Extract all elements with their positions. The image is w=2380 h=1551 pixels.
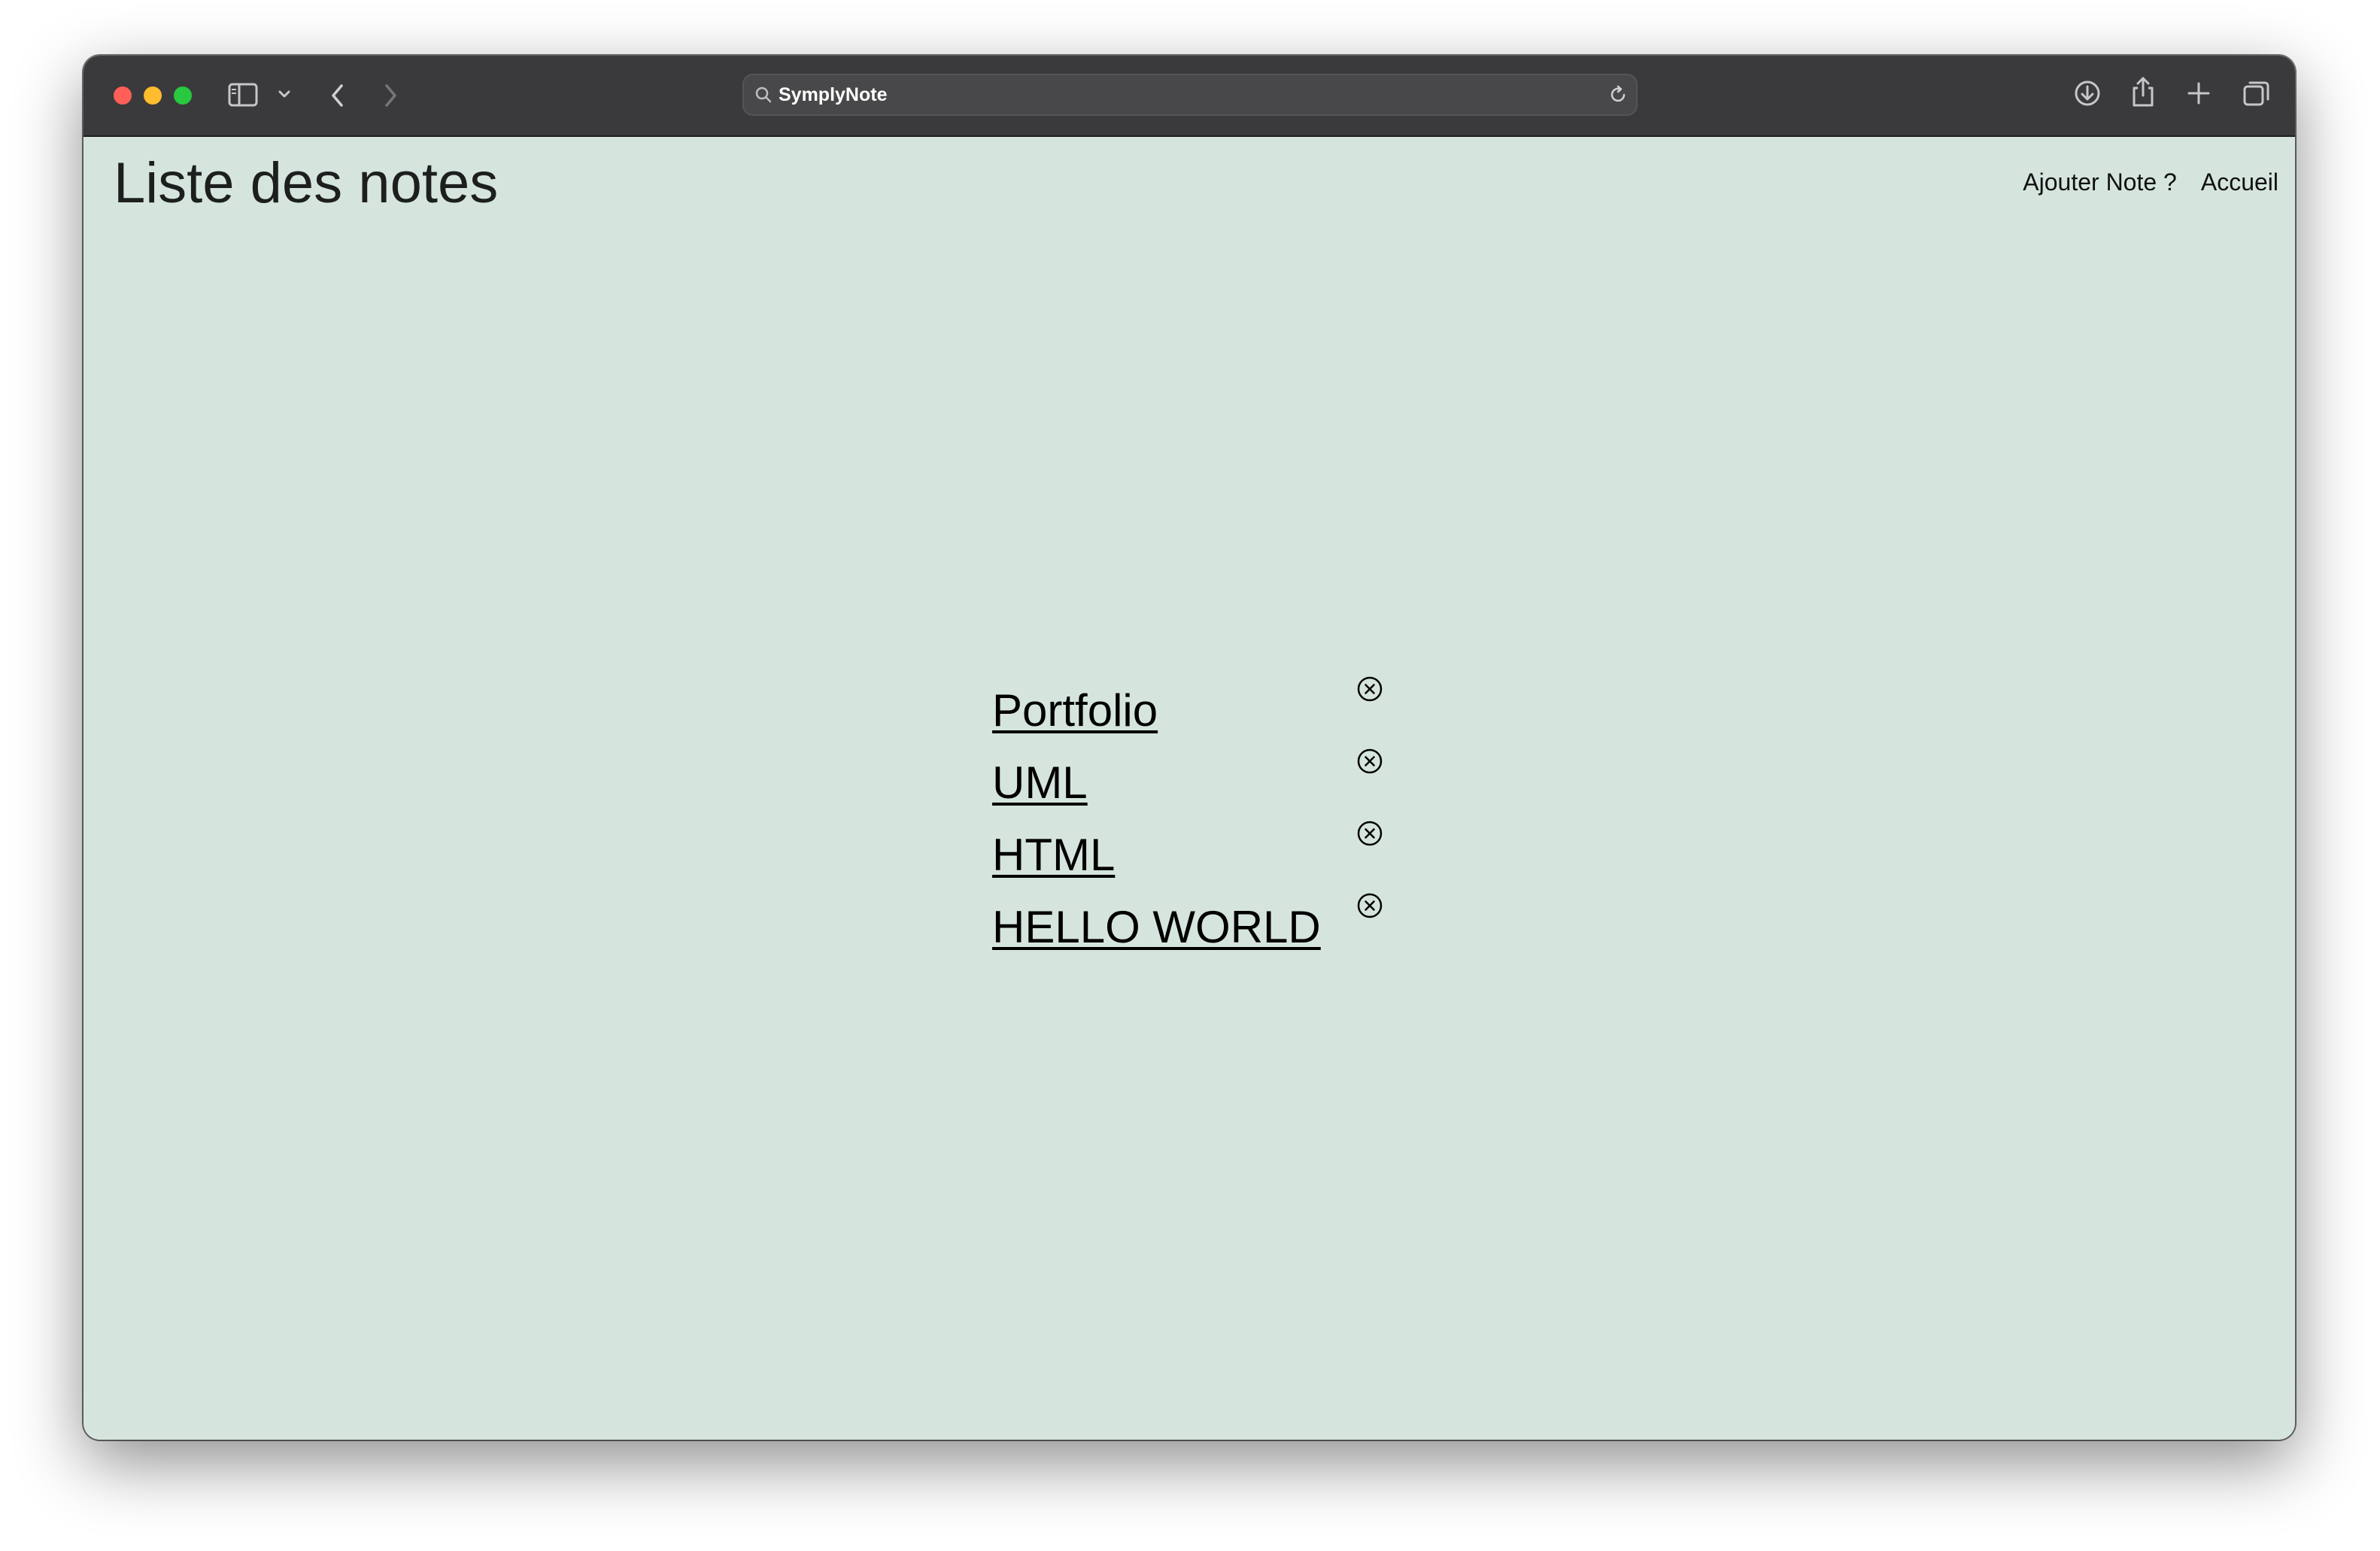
chevron-left-icon[interactable] (329, 83, 347, 108)
close-circle-icon[interactable] (1356, 820, 1383, 847)
top-nav: Ajouter Note ? Accueil (2023, 168, 2278, 196)
list-item: HELLO WORLD (992, 892, 1413, 964)
note-link-hello-world[interactable]: HELLO WORLD (992, 901, 1321, 953)
note-link-portfolio[interactable]: Portfolio (992, 684, 1158, 736)
search-icon (754, 86, 773, 108)
note-link-html[interactable]: HTML (992, 829, 1115, 881)
address-bar[interactable]: SymplyNote (742, 74, 1638, 116)
note-link-uml[interactable]: UML (992, 757, 1088, 809)
notes-list: Portfolio UML HTML HELLO WORLD (992, 675, 1413, 964)
close-circle-icon[interactable] (1356, 675, 1383, 703)
browser-window: SymplyNote Liste des notes Ajouter Note … (83, 56, 2295, 1440)
window-minimize-button[interactable] (144, 87, 162, 105)
list-item: Portfolio (992, 675, 1413, 748)
chevron-down-icon[interactable] (278, 89, 291, 99)
sidebar-icon[interactable] (228, 83, 258, 107)
tabs-icon[interactable] (2242, 80, 2271, 107)
close-circle-icon[interactable] (1356, 892, 1383, 919)
add-note-link[interactable]: Ajouter Note ? (2023, 168, 2177, 196)
plus-icon[interactable] (2187, 81, 2211, 105)
page-content: Liste des notes Ajouter Note ? Accueil P… (83, 137, 2295, 1440)
download-icon[interactable] (2072, 78, 2102, 108)
reload-icon[interactable] (1607, 84, 1629, 109)
list-item: HTML (992, 820, 1413, 892)
share-icon[interactable] (2130, 75, 2157, 108)
list-item: UML (992, 748, 1413, 820)
window-close-button[interactable] (114, 87, 132, 105)
window-maximize-button[interactable] (174, 87, 192, 105)
address-url: SymplyNote (779, 84, 888, 105)
browser-toolbar: SymplyNote (83, 56, 2295, 137)
chevron-right-icon[interactable] (381, 83, 399, 108)
close-circle-icon[interactable] (1356, 748, 1383, 775)
home-link[interactable]: Accueil (2201, 168, 2278, 196)
page-title: Liste des notes (114, 151, 499, 215)
